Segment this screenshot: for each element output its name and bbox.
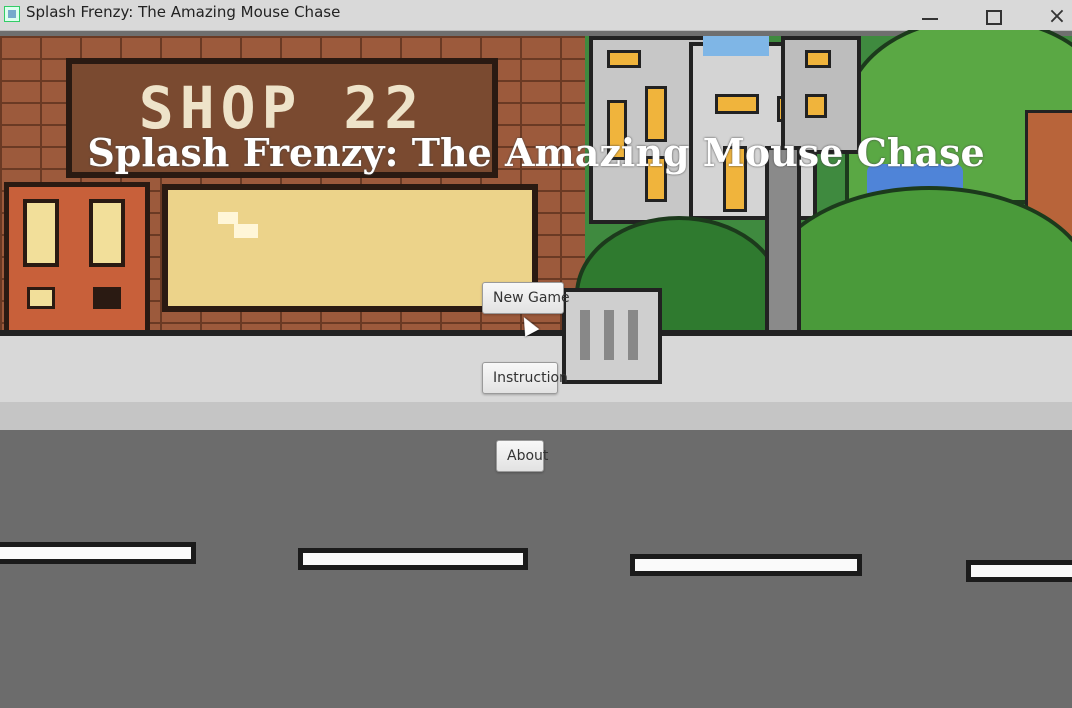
window-glint — [234, 224, 258, 238]
new-game-button[interactable]: New Game — [482, 282, 570, 314]
shop-door — [4, 182, 150, 340]
door-panel — [93, 287, 121, 309]
sky-patch — [703, 36, 769, 56]
lane-marking — [298, 548, 528, 570]
window-title: Splash Frenzy: The Amazing Mouse Chase — [26, 3, 341, 21]
about-button[interactable]: About — [496, 440, 548, 472]
door-window — [23, 199, 59, 267]
game-scene: SHOP 22 Splash Frenzy: The Amazing Mouse… — [0, 30, 1072, 708]
window-glint — [218, 212, 238, 224]
instruction-button[interactable]: Instruction — [482, 362, 568, 394]
door-window — [89, 199, 125, 267]
door-panel — [27, 287, 55, 309]
minimize-icon[interactable] — [918, 6, 944, 28]
lane-marking — [966, 560, 1072, 582]
game-title: Splash Frenzy: The Amazing Mouse Chase — [87, 130, 985, 175]
title-bar: Splash Frenzy: The Amazing Mouse Chase × — [0, 0, 1072, 31]
close-icon[interactable]: × — [1044, 6, 1070, 28]
trash-can — [562, 288, 662, 384]
app-icon — [4, 6, 20, 22]
maximize-icon[interactable] — [980, 6, 1006, 28]
lane-marking — [630, 554, 862, 576]
lane-marking — [0, 542, 196, 564]
